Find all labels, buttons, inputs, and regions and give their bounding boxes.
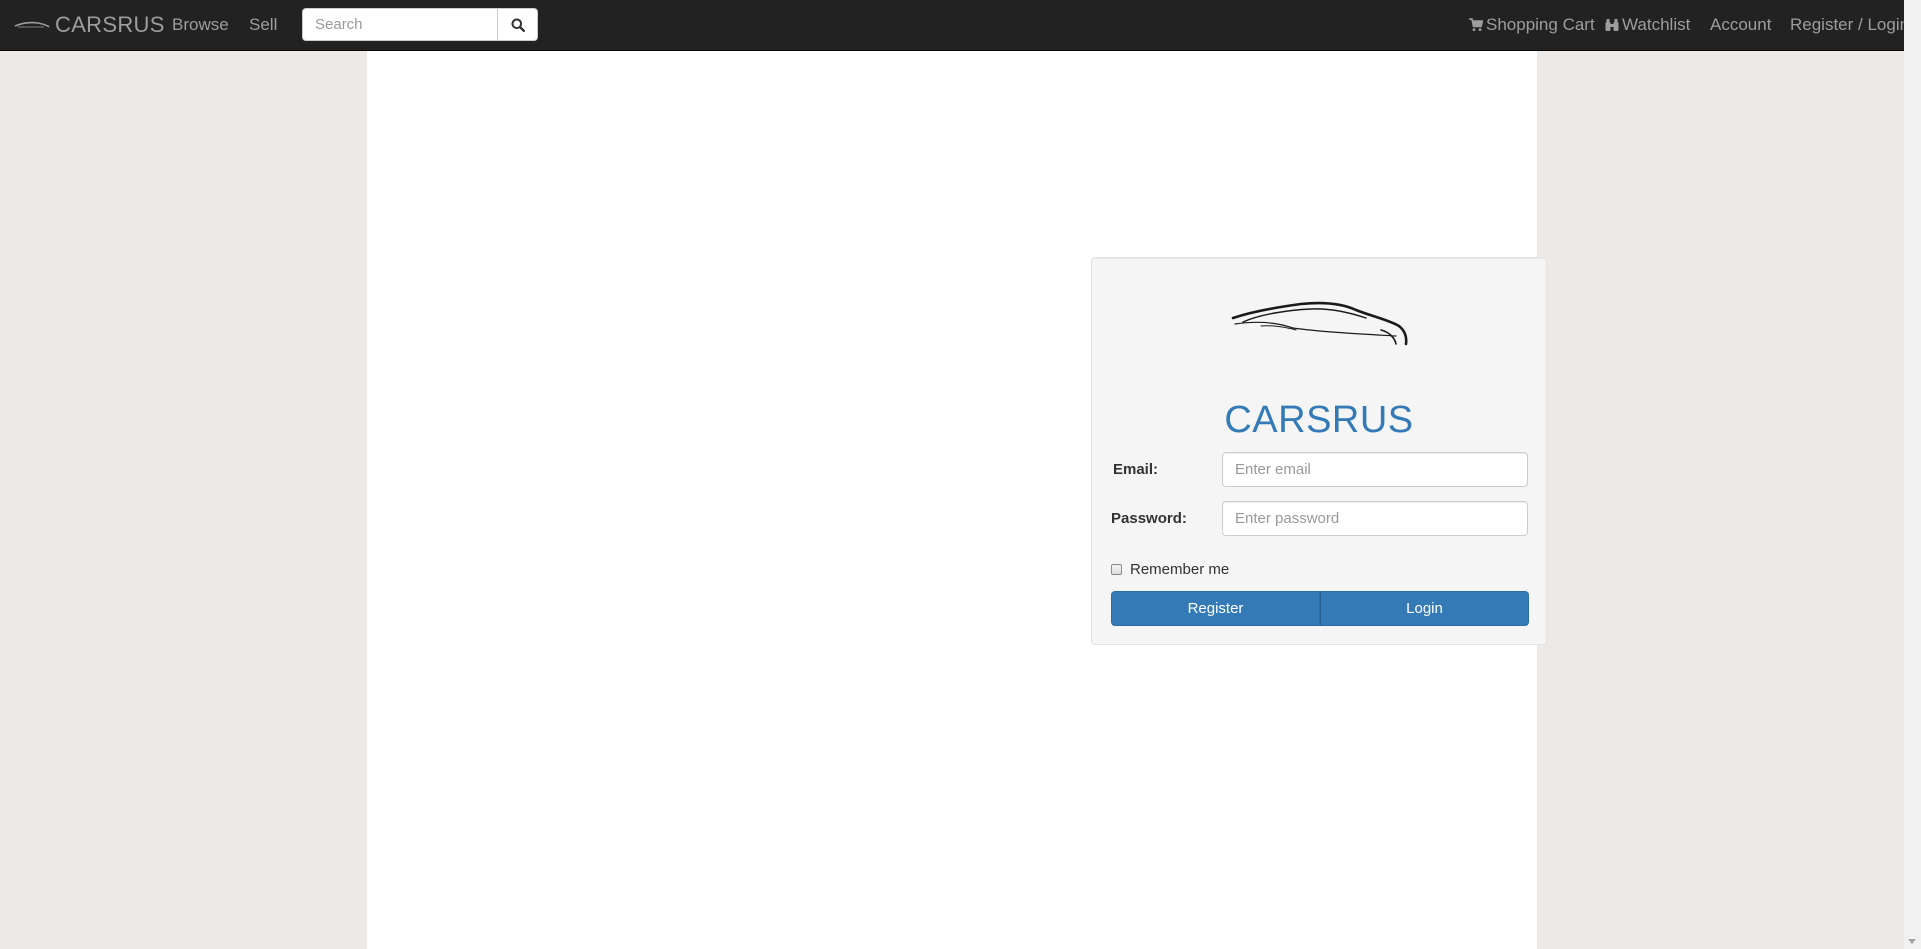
- nav-browse[interactable]: Browse: [172, 0, 229, 50]
- nav-shopping-cart[interactable]: Shopping Cart: [1469, 0, 1595, 50]
- nav-register-login[interactable]: Register / Login: [1790, 0, 1909, 50]
- email-field[interactable]: [1222, 452, 1528, 487]
- nav-watchlist-label: Watchlist: [1622, 15, 1691, 34]
- login-button-group: Register Login: [1111, 591, 1529, 626]
- car-silhouette-icon: [14, 21, 50, 28]
- binoculars-icon: [1605, 19, 1619, 31]
- search-form: [302, 8, 538, 41]
- register-button[interactable]: Register: [1111, 591, 1320, 626]
- nav-watchlist[interactable]: Watchlist: [1605, 0, 1690, 50]
- nav-sell[interactable]: Sell: [249, 0, 277, 50]
- page-container: CARSRUS Email: Password: Remember me Reg…: [367, 51, 1547, 949]
- car-silhouette-icon: [1231, 301, 1408, 346]
- email-label: Email:: [1113, 461, 1159, 478]
- remember-me-checkbox[interactable]: [1111, 564, 1122, 575]
- login-title: CARSRUS: [1224, 399, 1414, 441]
- top-navbar: CARSRUS Browse Sell Shopping Cart Watchl…: [0, 0, 1909, 51]
- remember-me-option[interactable]: Remember me: [1111, 561, 1229, 578]
- login-button[interactable]: Login: [1320, 591, 1529, 626]
- password-label: Password:: [1111, 510, 1187, 527]
- search-button[interactable]: [498, 8, 538, 41]
- vertical-scrollbar[interactable]: [1904, 0, 1921, 949]
- password-field[interactable]: [1222, 501, 1528, 536]
- login-panel: CARSRUS Email: Password: Remember me Reg…: [1091, 257, 1547, 645]
- search-input[interactable]: [302, 8, 498, 41]
- nav-shopping-cart-label: Shopping Cart: [1486, 15, 1595, 34]
- nav-account[interactable]: Account: [1710, 0, 1771, 50]
- shopping-cart-icon: [1469, 18, 1483, 31]
- brand-name: CARSRUS: [55, 12, 165, 37]
- brand-link[interactable]: CARSRUS: [14, 0, 165, 50]
- scroll-down-arrow-icon[interactable]: [1908, 939, 1916, 944]
- search-icon: [511, 18, 525, 32]
- remember-me-label: Remember me: [1130, 561, 1230, 578]
